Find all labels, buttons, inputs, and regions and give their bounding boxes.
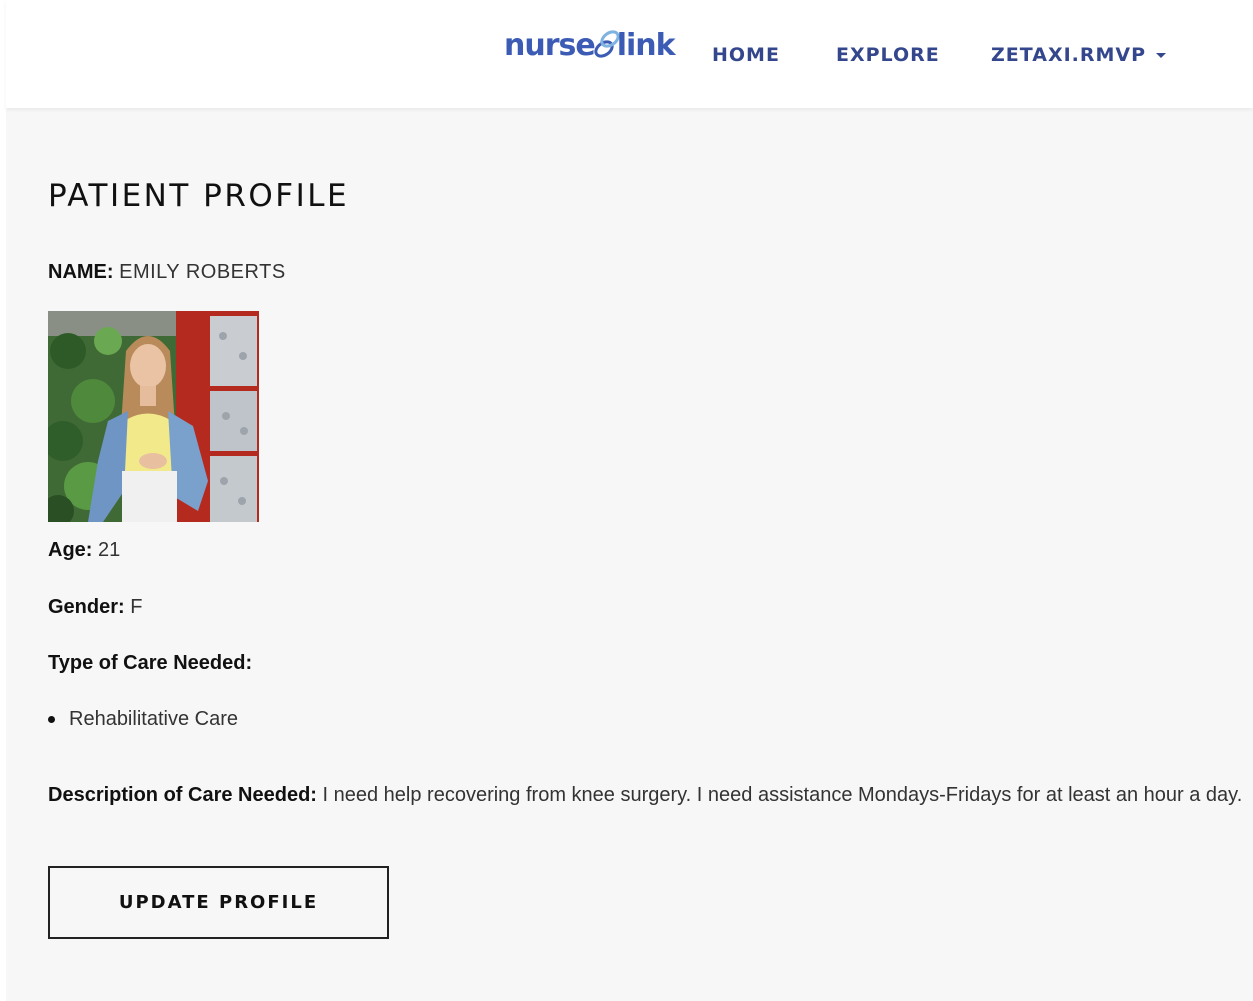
- description-field: Description of Care Needed: I need help …: [48, 777, 1253, 813]
- nurselink-logo[interactable]: nurse link: [504, 22, 676, 68]
- bullet-icon: [48, 716, 55, 723]
- logo-text-link: link: [616, 27, 676, 63]
- gender-value: F: [130, 596, 143, 618]
- profile-photo-image: [48, 311, 259, 522]
- care-type-label: Type of Care Needed:: [48, 652, 253, 674]
- age-value: 21: [98, 539, 121, 561]
- care-type-item: Rehabilitative Care: [69, 708, 238, 730]
- age-label: Age:: [48, 539, 93, 561]
- description-label: Description of Care Needed:: [48, 784, 317, 806]
- logo-text-nurse: nurse: [504, 27, 596, 63]
- navbar: nurse link HOME EXPLORE ZETAXI.RMVP: [6, 0, 1253, 108]
- description-value: I need help recovering from knee surgery…: [322, 784, 1243, 806]
- care-type-list: Rehabilitative Care: [48, 708, 238, 731]
- age-field: Age: 21: [48, 539, 120, 562]
- gender-label: Gender:: [48, 596, 125, 618]
- nav-user-label: ZETAXI.RMVP: [991, 44, 1147, 66]
- profile-main: PATIENT PROFILE NAME: EMILY ROBERTS Age:…: [6, 108, 1253, 1001]
- name-label: NAME:: [48, 261, 114, 283]
- gender-field: Gender: F: [48, 596, 142, 619]
- caret-down-icon: [1156, 52, 1167, 58]
- nav-explore-link[interactable]: EXPLORE: [836, 44, 940, 66]
- name-field: NAME: EMILY ROBERTS: [48, 261, 286, 284]
- name-value: EMILY ROBERTS: [119, 261, 286, 283]
- care-type-field: Type of Care Needed:: [48, 652, 252, 675]
- page-title: PATIENT PROFILE: [48, 178, 350, 214]
- profile-photo: [48, 311, 259, 522]
- update-profile-button[interactable]: UPDATE PROFILE: [48, 866, 389, 939]
- list-item: Rehabilitative Care: [48, 708, 238, 731]
- nav-home-link[interactable]: HOME: [712, 44, 780, 66]
- nav-user-dropdown[interactable]: ZETAXI.RMVP: [991, 44, 1167, 66]
